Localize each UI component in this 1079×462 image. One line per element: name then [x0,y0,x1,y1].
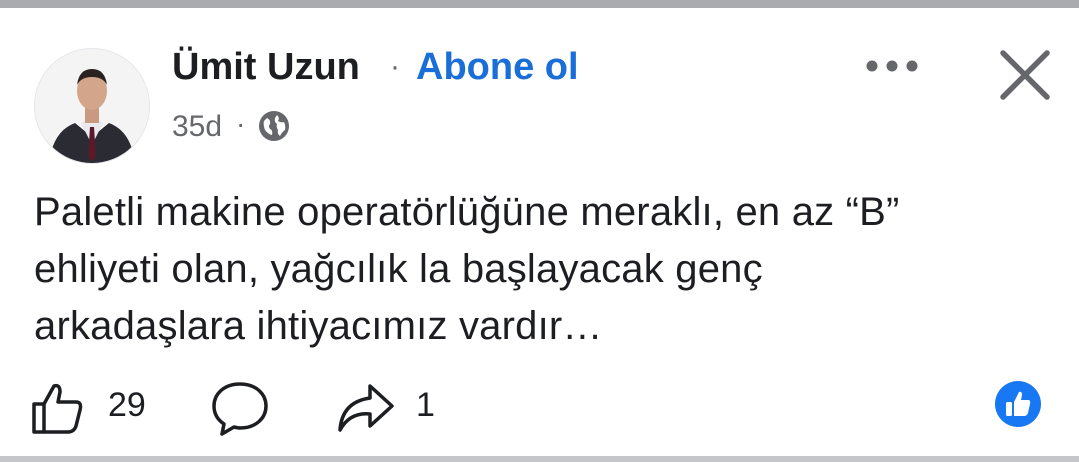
avatar[interactable] [34,48,150,164]
share-count: 1 [416,386,435,424]
more-options-icon[interactable] [862,54,922,78]
meta-separator: · [236,108,246,139]
avatar-photo [35,49,149,163]
follow-button[interactable]: Abone ol [416,46,579,89]
name-separator: · [390,50,400,83]
globe-icon [259,111,289,141]
post-timestamp[interactable]: 35d [172,110,222,144]
post-text-line: Paletli makine operatörlüğüne meraklı, e… [34,190,900,234]
top-divider [0,0,1079,8]
post-text-line: arkadaşlara ihtiyacımız vardır… [34,304,603,348]
share-arrow-icon [338,384,394,432]
like-reaction-icon[interactable] [994,380,1042,428]
like-count: 29 [108,386,146,424]
author-name[interactable]: Ümit Uzun [172,46,360,89]
comment-button[interactable] [210,372,280,442]
share-button[interactable]: 1 [336,372,446,442]
post-body: Paletli makine operatörlüğüne meraklı, e… [34,184,1044,355]
post-text-line: ehliyeti olan, yağcılık la başlayacak ge… [34,247,763,291]
close-icon[interactable] [998,48,1052,102]
bottom-divider [0,456,1079,462]
comment-bubble-icon [212,382,268,436]
like-button[interactable]: 29 [30,372,160,442]
thumbs-up-icon [32,383,83,434]
post-card: Ümit Uzun · Abone ol 35d · Paletli makin… [0,8,1079,456]
